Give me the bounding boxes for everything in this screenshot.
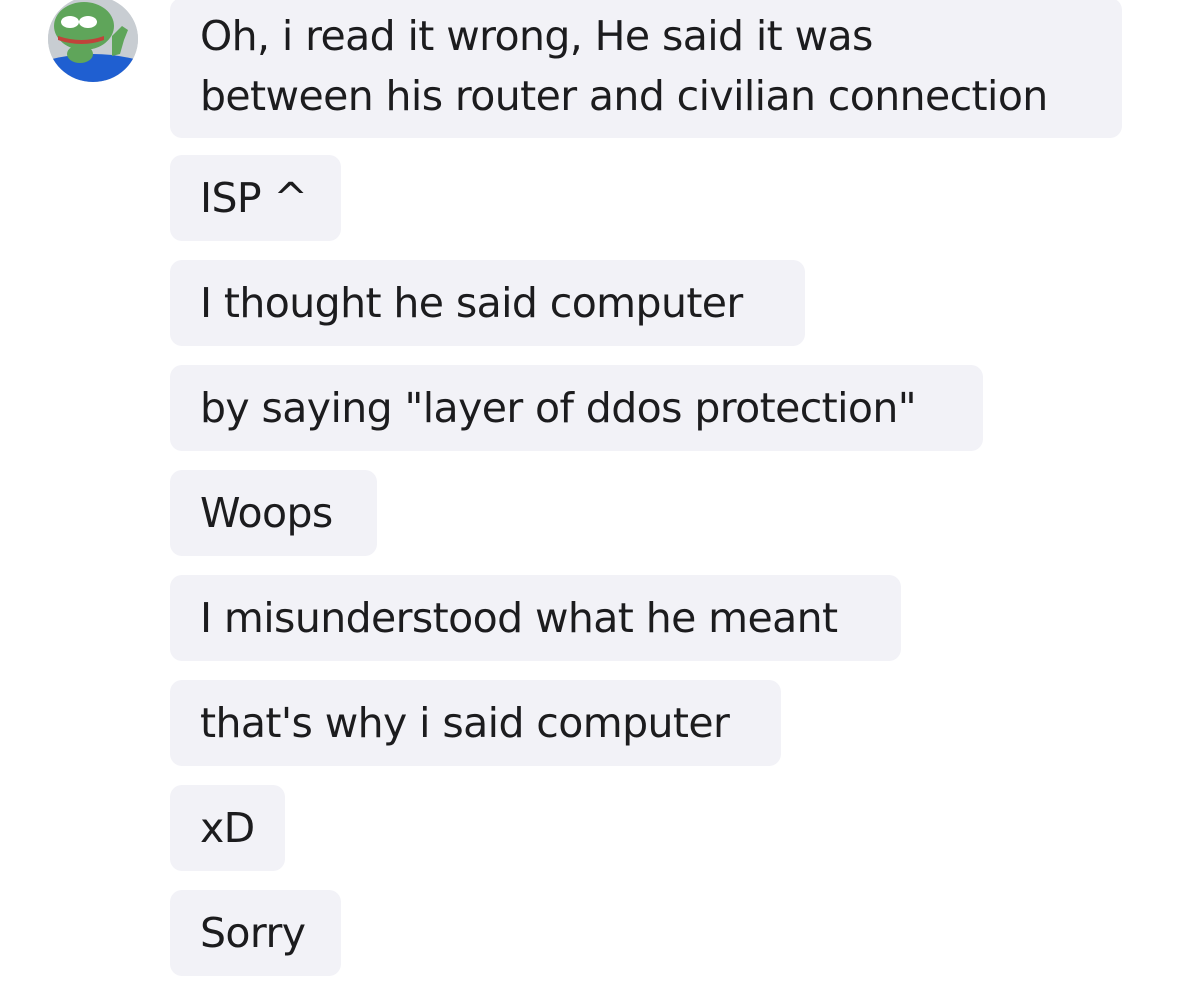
- message-bubble[interactable]: I thought he said computer: [170, 260, 805, 346]
- message-bubble[interactable]: Oh, i read it wrong, He said it was betw…: [170, 0, 1122, 138]
- message-bubble[interactable]: I misunderstood what he meant: [170, 575, 901, 661]
- message-bubble[interactable]: ISP ^: [170, 155, 341, 241]
- message-bubble[interactable]: Sorry: [170, 890, 341, 976]
- message-bubble[interactable]: xD: [170, 785, 285, 871]
- pepe-frog-avatar-icon: [48, 0, 138, 82]
- message-bubble[interactable]: by saying "layer of ddos protection": [170, 365, 983, 451]
- message-bubble[interactable]: that's why i said computer: [170, 680, 781, 766]
- sender-avatar[interactable]: [48, 0, 138, 82]
- message-bubble[interactable]: Woops: [170, 470, 377, 556]
